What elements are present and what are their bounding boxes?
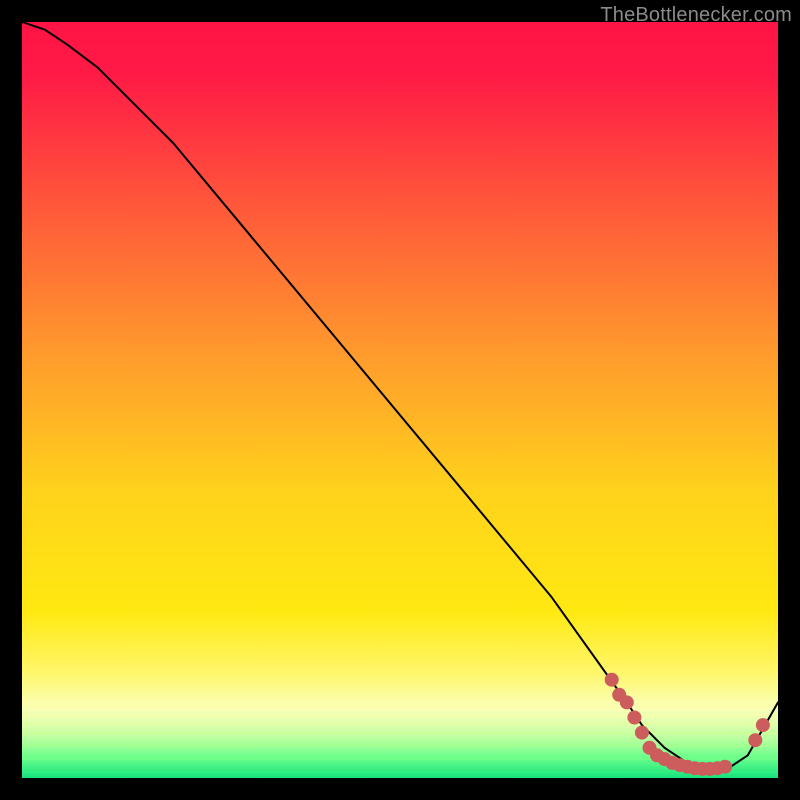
data-point xyxy=(635,726,649,740)
watermark-text: TheBottlenecker.com xyxy=(600,4,792,27)
chart-svg xyxy=(22,22,778,778)
chart-bottom-band xyxy=(22,708,778,778)
data-point xyxy=(718,760,732,774)
data-point xyxy=(627,711,641,725)
chart-plot-area xyxy=(22,22,778,778)
data-point xyxy=(620,695,634,709)
chart-background-gradient xyxy=(22,22,778,778)
data-point xyxy=(748,733,762,747)
data-point xyxy=(756,718,770,732)
chart-stage: TheBottlenecker.com xyxy=(0,0,800,800)
data-point xyxy=(605,673,619,687)
